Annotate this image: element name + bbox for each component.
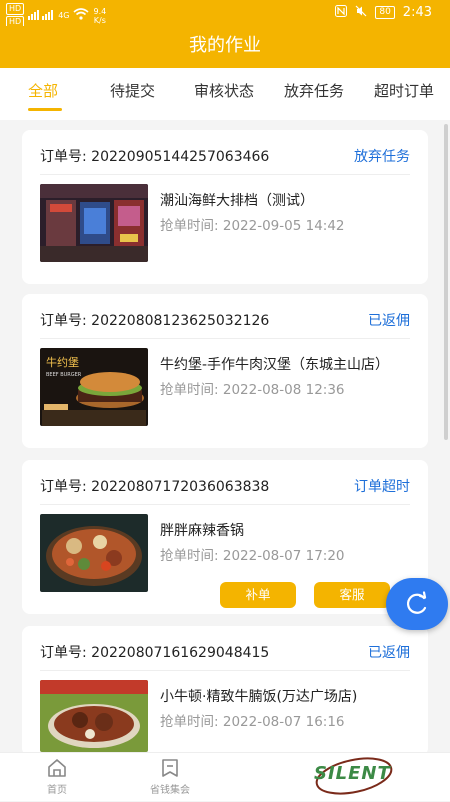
- shop-name: 小牛顿·精致牛腩饭(万达广场店): [160, 689, 358, 705]
- grab-time-label: 抢单时间:: [160, 218, 219, 234]
- nfc-icon: [335, 5, 348, 20]
- brand-logo-sub: BEEF BURGER: [46, 372, 82, 378]
- shop-thumbnail: 牛约堡 BEEF BURGER: [40, 348, 148, 426]
- network-type: 4G: [58, 11, 70, 20]
- grab-time-label: 抢单时间:: [160, 382, 219, 398]
- customer-service-button[interactable]: 客服: [314, 582, 390, 608]
- tab-timeout[interactable]: 超时订单: [374, 80, 434, 101]
- shop-thumbnail: [40, 184, 148, 262]
- order-card[interactable]: 订单号: 20220808123625032126 已返佣 牛约堡 BEEF B…: [22, 294, 428, 448]
- divider: [40, 670, 410, 671]
- divider: [40, 504, 410, 505]
- scrollbar[interactable]: [444, 124, 448, 440]
- order-number: 20220808123625032126: [91, 313, 270, 329]
- order-number-label: 订单号:: [40, 479, 87, 495]
- tab-bar: 全部 待提交 审核状态 放弃任务 超时订单: [0, 68, 450, 120]
- order-card[interactable]: 订单号: 20220807172036063838 订单超时 胖胖麻辣香锅 抢单…: [22, 460, 428, 614]
- battery-indicator: 80: [375, 6, 395, 19]
- signal-icon: [28, 8, 54, 23]
- watermark-text: SILENT: [314, 763, 391, 784]
- shop-thumbnail: [40, 680, 148, 752]
- tab-all[interactable]: 全部: [28, 80, 58, 101]
- order-card[interactable]: 订单号: 20220905144257063466 放弃任务 潮汕海鲜大排档（测…: [22, 130, 428, 284]
- order-number-label: 订单号:: [40, 645, 87, 661]
- divider: [40, 338, 410, 339]
- tab-pending-submit[interactable]: 待提交: [110, 80, 155, 101]
- nav-savings-label: 省钱集会: [150, 785, 190, 796]
- grab-time-label: 抢单时间:: [160, 548, 219, 564]
- shop-name: 胖胖麻辣香锅: [160, 523, 244, 539]
- active-tab-indicator: [28, 108, 62, 111]
- grab-time: 2022-08-07 17:20: [222, 548, 345, 564]
- brand-logo-text: 牛约堡: [46, 355, 79, 369]
- shop-name: 牛约堡-手作牛肉汉堡（东城主山店）: [160, 357, 390, 373]
- network-speed: 9.4 K/s: [93, 6, 107, 25]
- resubmit-button[interactable]: 补单: [220, 582, 296, 608]
- watermark-logo: SILENT: [306, 750, 402, 798]
- network-badge-1: HD: [6, 3, 25, 15]
- order-number-label: 订单号:: [40, 313, 87, 329]
- divider: [40, 174, 410, 175]
- shop-thumbnail: [40, 514, 148, 592]
- wifi-icon: [73, 8, 90, 23]
- order-number: 20220905144257063466: [91, 149, 270, 165]
- order-number: 20220807161629048415: [91, 645, 270, 661]
- tab-review-status[interactable]: 审核状态: [194, 80, 254, 101]
- order-number: 20220807172036063838: [91, 479, 270, 495]
- nav-home[interactable]: 首页: [34, 757, 80, 796]
- refresh-button[interactable]: [386, 578, 448, 630]
- page-title: 我的作业: [189, 35, 261, 56]
- order-status: 放弃任务: [354, 149, 410, 165]
- order-number-label: 订单号:: [40, 149, 87, 165]
- order-card[interactable]: 订单号: 20220807161629048415 已返佣 小牛顿·精致牛腩饭(…: [22, 626, 428, 756]
- page-title-bar: 我的作业: [0, 26, 450, 68]
- status-bar: HD HD 4G 9.4 K/s 80 2:43: [0, 0, 450, 28]
- shop-name: 潮汕海鲜大排档（测试）: [160, 193, 314, 209]
- grab-time-label: 抢单时间:: [160, 714, 219, 730]
- grab-time: 2022-08-08 12:36: [222, 382, 345, 398]
- mute-icon: [355, 5, 367, 20]
- nav-savings[interactable]: 省钱集会: [140, 757, 200, 796]
- order-status: 订单超时: [354, 479, 410, 495]
- refresh-icon: [406, 591, 427, 614]
- grab-time: 2022-09-05 14:42: [222, 218, 345, 234]
- order-status: 已返佣: [368, 645, 410, 661]
- grab-time: 2022-08-07 16:16: [222, 714, 345, 730]
- coupon-icon: [162, 759, 178, 777]
- home-icon: [48, 759, 66, 777]
- nav-home-label: 首页: [47, 785, 67, 796]
- tab-abandoned[interactable]: 放弃任务: [284, 80, 344, 101]
- clock: 2:43: [402, 5, 432, 20]
- order-status: 已返佣: [368, 313, 410, 329]
